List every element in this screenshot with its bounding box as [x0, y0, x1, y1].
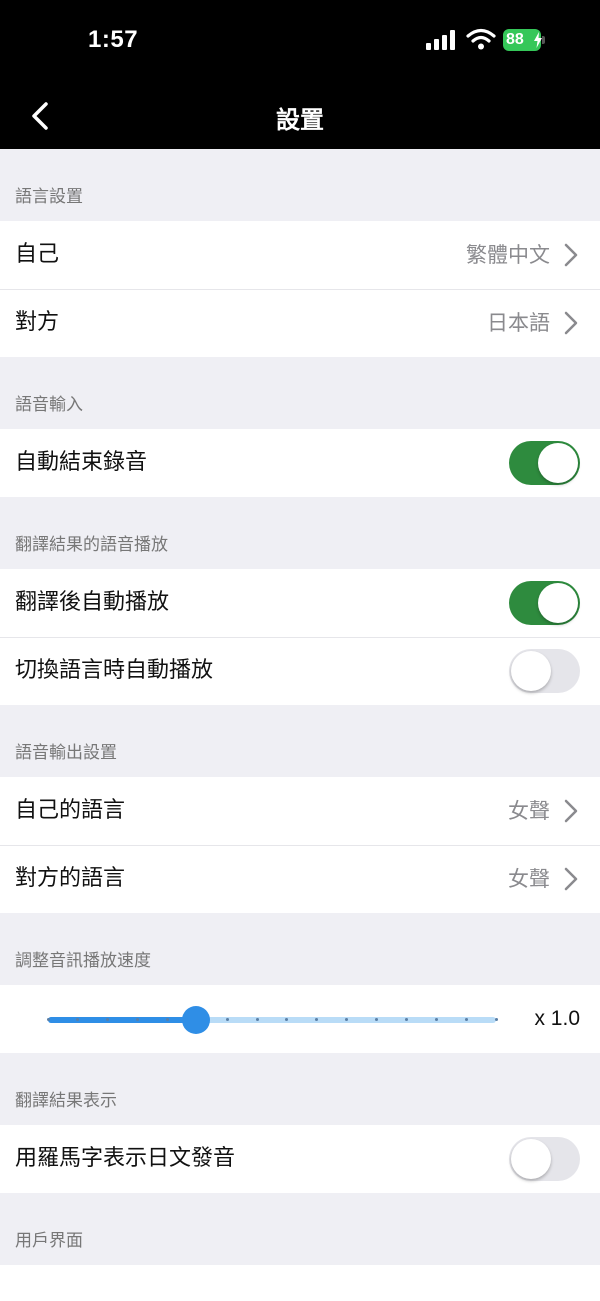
row-label: 自己: [15, 242, 60, 267]
section-header-display: 翻譯結果表示: [15, 1091, 117, 1111]
row-value: 日本語: [487, 311, 550, 335]
auto-play-toggle[interactable]: [509, 581, 580, 625]
section-header-playback: 翻譯結果的語音播放: [15, 535, 168, 555]
cellular-signal-icon: [426, 30, 458, 50]
row-label: 用羅馬字表示日文發音: [15, 1146, 236, 1171]
row-playback-speed: x 1.0: [0, 985, 600, 1053]
row-romaji: 用羅馬字表示日文發音: [0, 1125, 600, 1193]
row-label: 自動結束錄音: [15, 450, 148, 475]
row-auto-play: 翻譯後自動播放: [0, 569, 600, 637]
row-label: 對方: [15, 310, 60, 335]
section-header-language: 語言設置: [15, 187, 83, 207]
chevron-right-icon: [564, 311, 578, 335]
slider-tick: [255, 1018, 259, 1021]
row-label: 自己的語言: [15, 798, 126, 823]
chevron-right-icon: [564, 799, 578, 823]
settings-list: 語言設置 自己 繁體中文 對方 日本語 語音輸入 自動結束錄音 翻譯結果的語音播…: [0, 149, 600, 1301]
speed-slider-fill: [48, 1017, 196, 1023]
row-other-language[interactable]: 對方 日本語: [0, 289, 600, 357]
page-title: 設置: [276, 106, 324, 134]
row-self-voice[interactable]: 自己的語言 女聲: [0, 777, 600, 845]
charging-bolt-icon: [534, 32, 542, 48]
row-self-language[interactable]: 自己 繁體中文: [0, 221, 600, 289]
auto-stop-recording-toggle[interactable]: [509, 441, 580, 485]
slider-tick: [464, 1018, 468, 1021]
battery-icon: 88: [503, 29, 545, 51]
row-ui-placeholder: [0, 1265, 600, 1301]
status-time: 1:57: [88, 26, 139, 53]
section-header-voice-output: 語音輸出設置: [15, 743, 117, 763]
speed-slider-thumb[interactable]: [181, 1006, 210, 1034]
wifi-icon: [466, 28, 496, 50]
slider-tick: [404, 1018, 408, 1021]
row-label: 翻譯後自動播放: [15, 590, 170, 615]
battery-level: 88: [506, 31, 524, 48]
romaji-toggle[interactable]: [509, 1137, 580, 1181]
speed-value: x 1.0: [534, 1007, 580, 1030]
chevron-right-icon: [564, 243, 578, 267]
row-label: 對方的語言: [15, 866, 126, 891]
row-auto-stop-recording: 自動結束錄音: [0, 429, 600, 497]
row-label: 切換語言時自動播放: [15, 658, 214, 683]
slider-tick: [494, 1018, 498, 1021]
section-header-ui: 用戶界面: [15, 1231, 83, 1251]
switch-language-play-toggle[interactable]: [509, 649, 580, 693]
row-value: 繁體中文: [466, 243, 550, 267]
section-header-speed: 調整音訊播放速度: [15, 951, 151, 971]
slider-tick: [225, 1018, 229, 1021]
slider-tick: [165, 1018, 169, 1021]
section-header-voice-input: 語音輸入: [15, 395, 83, 415]
row-other-voice[interactable]: 對方的語言 女聲: [0, 845, 600, 913]
slider-tick: [46, 1018, 50, 1021]
slider-tick: [434, 1018, 438, 1021]
row-value: 女聲: [508, 867, 550, 891]
top-bar: 1:57 88 設置: [0, 0, 600, 149]
row-value: 女聲: [508, 799, 550, 823]
row-switch-language-play: 切換語言時自動播放: [0, 637, 600, 705]
chevron-right-icon: [564, 867, 578, 891]
